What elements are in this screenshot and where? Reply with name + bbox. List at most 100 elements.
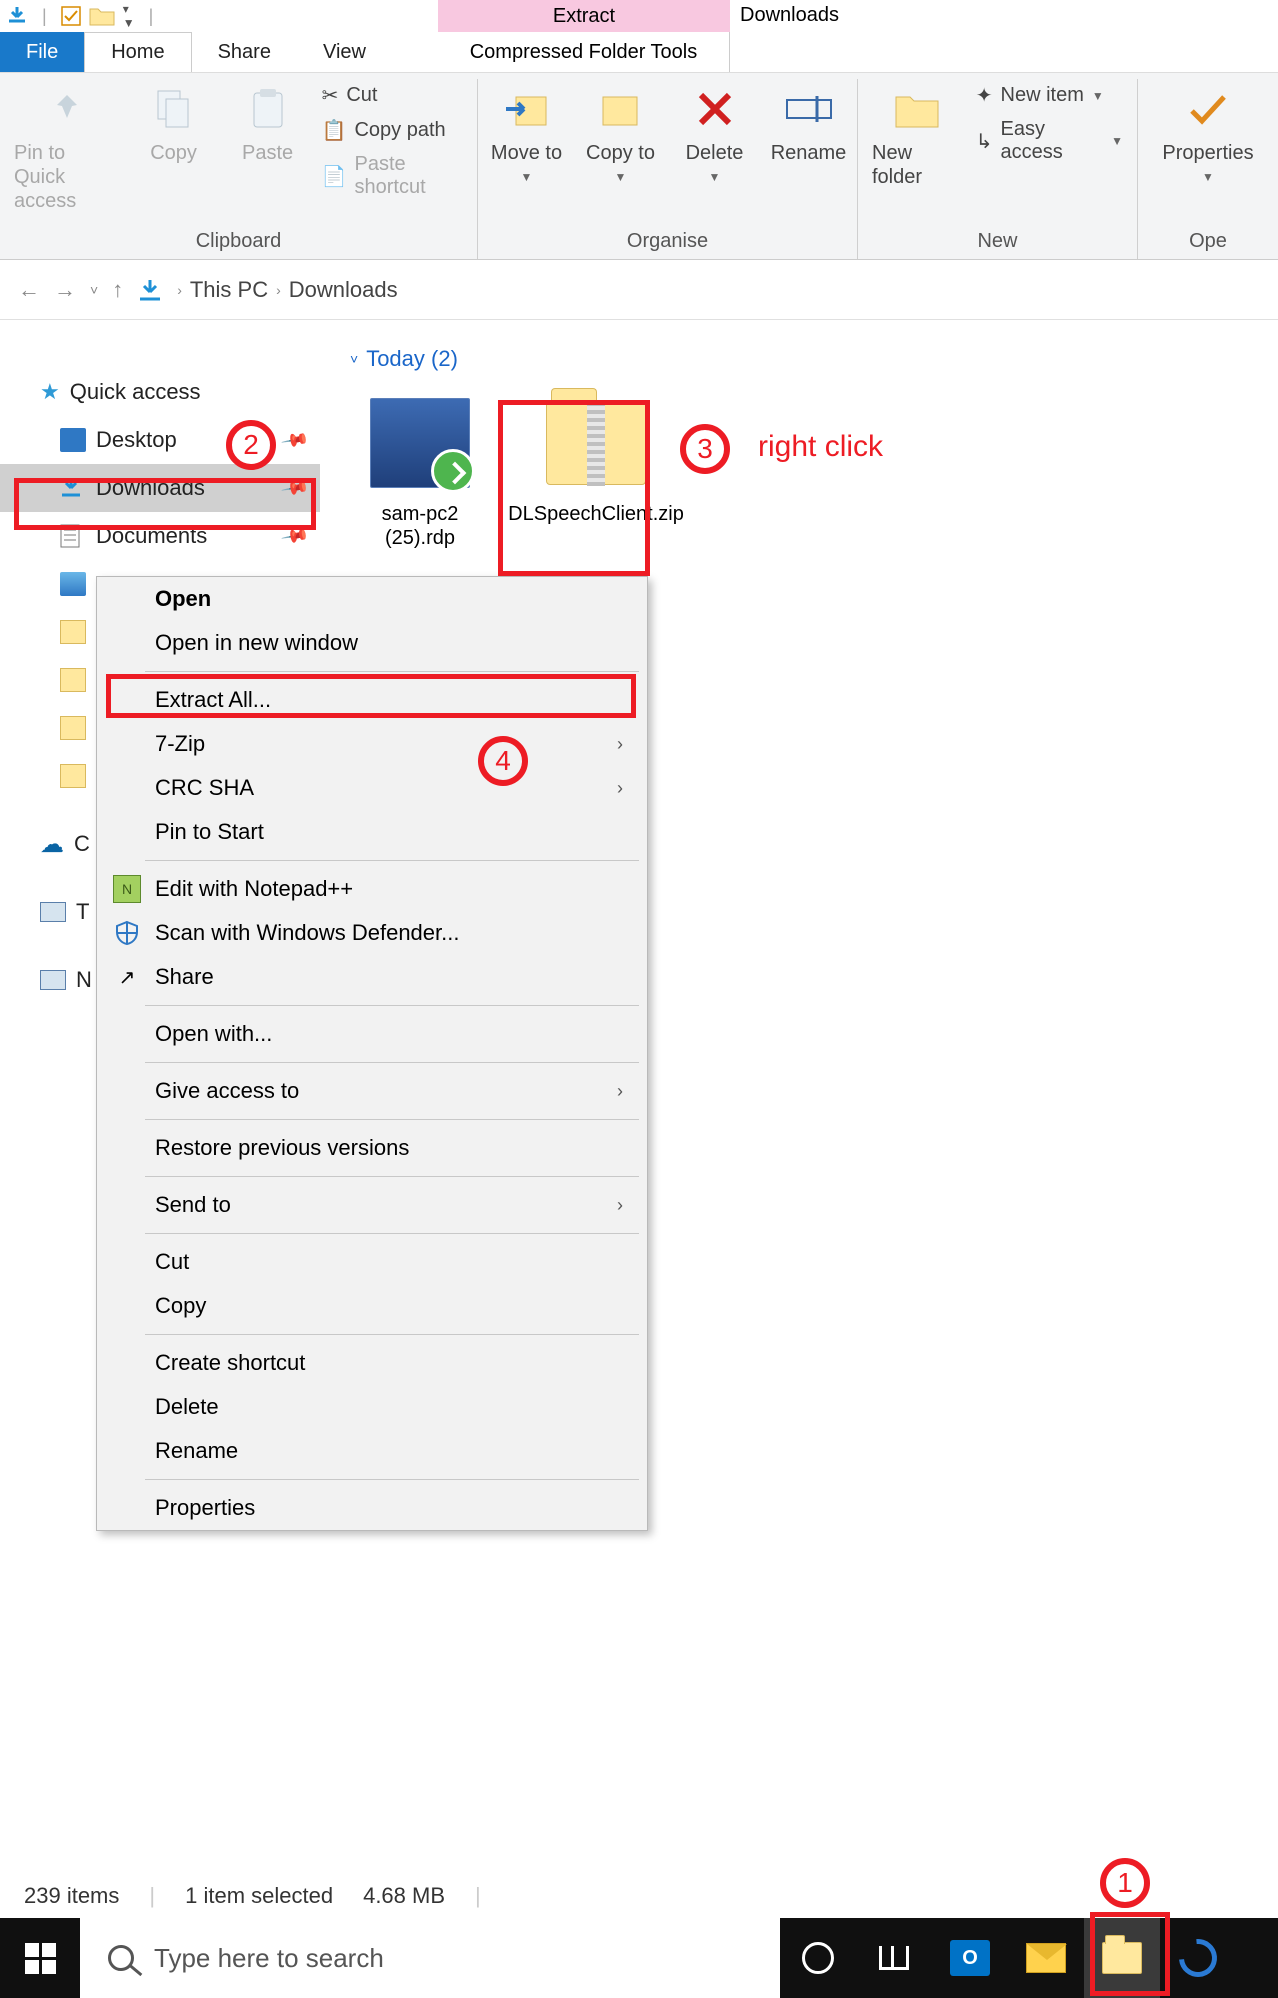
taskbar-search[interactable]: Type here to search — [80, 1918, 780, 1998]
label: Copy path — [354, 119, 445, 142]
ctx-copy[interactable]: Copy — [97, 1284, 647, 1328]
separator — [145, 1479, 639, 1480]
start-button[interactable] — [0, 1918, 80, 1998]
ctx-open[interactable]: Open — [97, 577, 647, 621]
paste-button[interactable]: Paste — [228, 79, 308, 165]
ctx-crc-sha[interactable]: CRC SHA› — [97, 766, 647, 810]
ctx-shortcut[interactable]: Create shortcut — [97, 1341, 647, 1385]
rename-button[interactable]: Rename — [769, 79, 849, 165]
breadcrumb[interactable]: › This PC › Downloads — [177, 277, 397, 303]
copy-path-button[interactable]: 📋Copy path — [322, 118, 463, 143]
ctx-send-to[interactable]: Send to› — [97, 1183, 647, 1227]
tab-compressed-tools[interactable]: Compressed Folder Tools — [438, 32, 730, 72]
label: Today (2) — [366, 346, 458, 372]
contextual-tab-extract[interactable]: Extract — [438, 0, 730, 32]
copy-to-button[interactable]: Copy to▼ — [581, 79, 661, 189]
mail-button[interactable] — [1008, 1918, 1084, 1998]
delete-button[interactable]: Delete▼ — [675, 79, 755, 189]
ctx-7zip[interactable]: 7-Zip› — [97, 722, 647, 766]
copy-icon — [148, 83, 200, 135]
tab-file[interactable]: File — [0, 32, 84, 72]
label: Quick access — [70, 379, 201, 405]
ctx-cut[interactable]: Cut — [97, 1240, 647, 1284]
label: Copy — [155, 1293, 206, 1319]
label: Easy access — [1001, 118, 1104, 164]
qat-icon[interactable] — [6, 5, 28, 27]
chevron-down-icon: ▼ — [1111, 134, 1123, 148]
ctx-share[interactable]: ↗Share — [97, 955, 647, 999]
paste-shortcut-button[interactable]: 📄Paste shortcut — [322, 153, 463, 199]
up-button[interactable]: ↑ — [112, 277, 123, 303]
rdp-icon — [370, 398, 470, 488]
cortana-button[interactable] — [780, 1918, 856, 1998]
ctx-rename[interactable]: Rename — [97, 1429, 647, 1473]
search-icon — [108, 1945, 134, 1971]
nav-documents[interactable]: Documents 📌 — [0, 512, 320, 560]
cut-button[interactable]: ✂Cut — [322, 83, 463, 108]
ctx-open-with[interactable]: Open with... — [97, 1012, 647, 1056]
label: Copy — [150, 141, 197, 165]
pin-quick-access-button[interactable]: Pin to Quick access — [14, 79, 120, 213]
ctx-give-access[interactable]: Give access to› — [97, 1069, 647, 1113]
status-size: 4.68 MB — [363, 1883, 445, 1909]
label: Open in new window — [155, 630, 358, 656]
qat-dropdown-icon[interactable]: ▾▼ — [123, 2, 135, 30]
windows-icon — [25, 1943, 56, 1974]
easy-access-button[interactable]: ↳Easy access ▼ — [976, 118, 1123, 164]
ctx-extract-all[interactable]: Extract All... — [97, 678, 647, 722]
label: Copy to — [586, 141, 655, 165]
address-bar: ← → ˅ ↑ › This PC › Downloads — [0, 260, 1278, 320]
star-icon: ★ — [40, 379, 60, 405]
chevron-down-icon: ▼ — [1202, 165, 1214, 189]
qat-check-icon[interactable] — [61, 6, 81, 26]
separator — [145, 1119, 639, 1120]
pictures-icon — [60, 572, 86, 596]
ctx-open-new-window[interactable]: Open in new window — [97, 621, 647, 665]
crumb-this-pc[interactable]: This PC — [190, 277, 268, 303]
file-zip[interactable]: DLSpeechClient.zip — [526, 388, 666, 550]
separator: | — [475, 1883, 481, 1909]
ctx-restore[interactable]: Restore previous versions — [97, 1126, 647, 1170]
move-to-button[interactable]: Move to▼ — [487, 79, 567, 189]
nav-downloads[interactable]: Downloads 📌 — [0, 464, 320, 512]
new-item-button[interactable]: ✦New item ▼ — [976, 83, 1123, 108]
outlook-button[interactable]: O — [932, 1918, 1008, 1998]
quick-access[interactable]: ★ Quick access — [0, 368, 320, 416]
separator — [145, 1005, 639, 1006]
ctx-delete[interactable]: Delete — [97, 1385, 647, 1429]
edge-button[interactable] — [1160, 1918, 1236, 1998]
copy-button[interactable]: Copy — [134, 79, 214, 165]
tab-share[interactable]: Share — [192, 32, 297, 72]
titlebar: | ▾▼ | Extract Downloads — [0, 0, 1278, 32]
properties-button[interactable]: Properties▼ — [1162, 79, 1253, 189]
ctx-notepadpp[interactable]: NEdit with Notepad++ — [97, 867, 647, 911]
notepadpp-icon: N — [113, 875, 141, 903]
ctx-pin-start[interactable]: Pin to Start — [97, 810, 647, 854]
back-button[interactable]: ← — [18, 277, 40, 303]
recent-dropdown[interactable]: ˅ — [90, 282, 98, 298]
ctx-defender[interactable]: Scan with Windows Defender... — [97, 911, 647, 955]
ctx-properties[interactable]: Properties — [97, 1486, 647, 1530]
crumb-downloads[interactable]: Downloads — [289, 277, 398, 303]
tab-view[interactable]: View — [297, 32, 392, 72]
qat-folder-icon[interactable] — [89, 5, 115, 27]
zip-icon — [546, 401, 646, 485]
label: N — [76, 967, 92, 993]
folder-icon — [60, 764, 86, 788]
cortana-icon — [802, 1942, 834, 1974]
task-view-button[interactable] — [856, 1918, 932, 1998]
group-label: Clipboard — [14, 230, 463, 259]
tab-home[interactable]: Home — [84, 32, 191, 72]
nav-desktop[interactable]: Desktop 📌 — [0, 416, 320, 464]
file-name: sam-pc2 (25).rdp — [350, 502, 490, 550]
label: Documents — [96, 523, 207, 549]
delete-icon — [689, 83, 741, 135]
explorer-button[interactable] — [1084, 1918, 1160, 1998]
label: Rename — [155, 1438, 238, 1464]
group-header-today[interactable]: ˅ Today (2) — [350, 346, 1248, 372]
folder-icon — [891, 83, 943, 135]
file-rdp[interactable]: sam-pc2 (25).rdp — [350, 388, 490, 550]
new-folder-button[interactable]: New folder — [872, 79, 962, 189]
forward-button[interactable]: → — [54, 277, 76, 303]
chevron-down-icon: ▼ — [709, 165, 721, 189]
